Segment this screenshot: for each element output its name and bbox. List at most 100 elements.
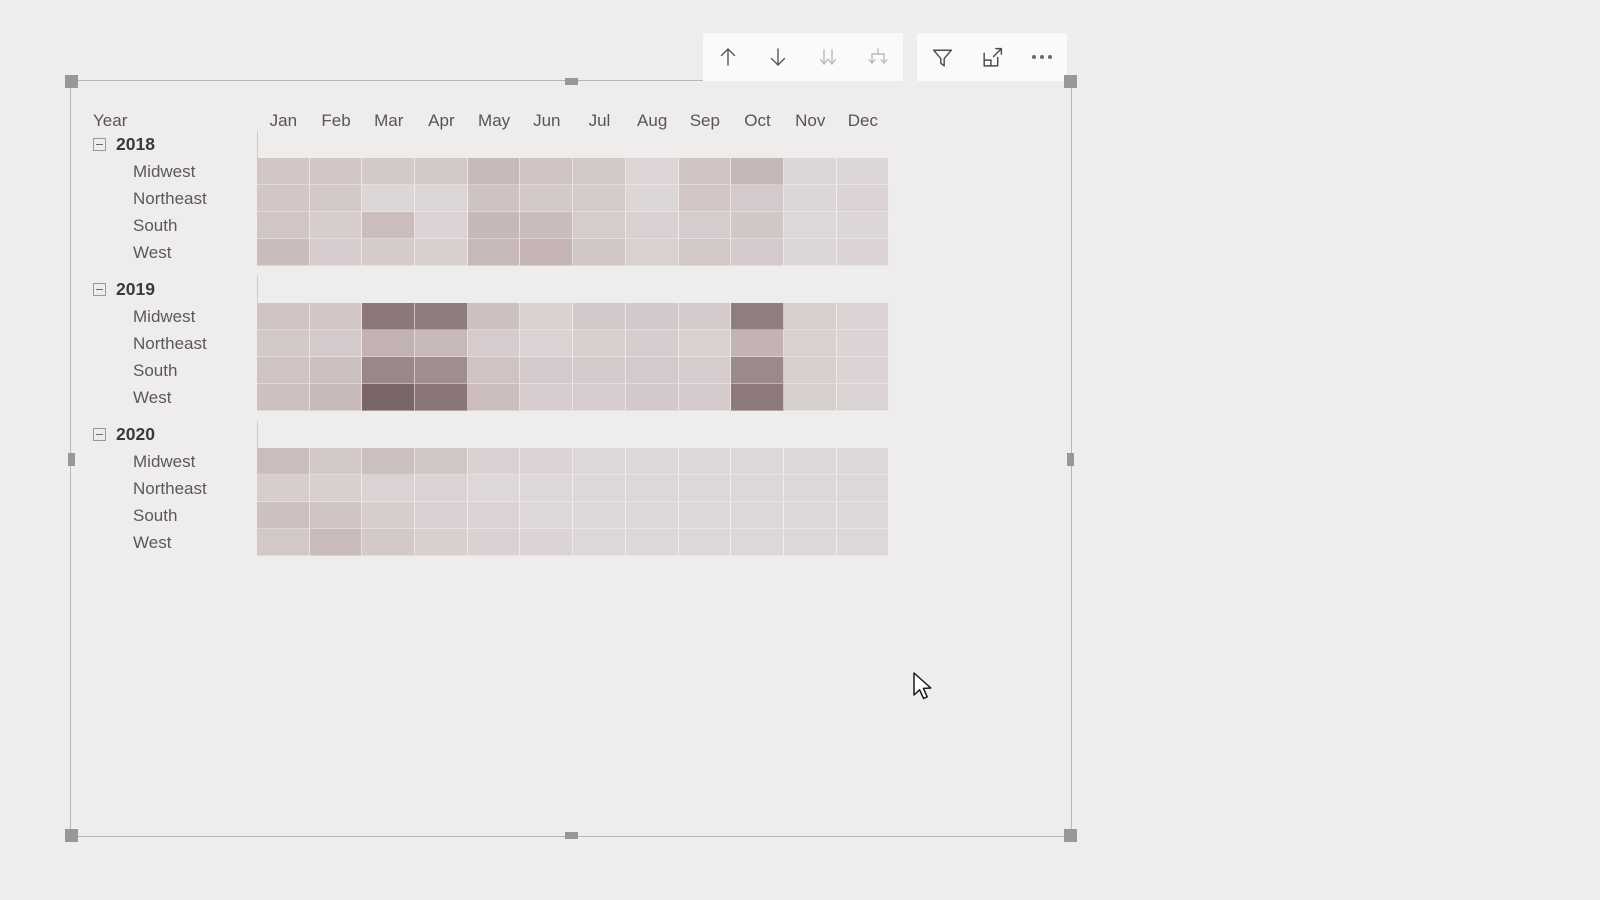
heatmap-cell[interactable] — [678, 448, 732, 475]
heatmap-cell[interactable] — [731, 303, 784, 330]
heatmap-cell[interactable] — [836, 448, 890, 475]
heatmap-cell[interactable] — [678, 158, 732, 185]
heatmap-cell[interactable] — [415, 502, 468, 529]
resize-handle-right-middle[interactable] — [1067, 452, 1074, 466]
heatmap-cell[interactable] — [783, 212, 837, 239]
heatmap-cell[interactable] — [783, 303, 837, 330]
column-header-mar[interactable]: Mar — [362, 111, 415, 131]
heatmap-cell[interactable] — [573, 357, 626, 384]
heatmap-cell[interactable] — [520, 502, 574, 529]
heatmap-cell[interactable] — [625, 239, 679, 266]
heatmap-cell[interactable] — [625, 529, 679, 556]
heatmap-cell[interactable] — [257, 448, 310, 475]
heatmap-cell[interactable] — [678, 330, 732, 357]
column-header-sep[interactable]: Sep — [679, 111, 732, 131]
column-header-oct[interactable]: Oct — [731, 111, 784, 131]
heatmap-cell[interactable] — [309, 502, 363, 529]
heatmap-cell[interactable] — [520, 239, 574, 266]
region-label-northeast[interactable]: Northeast — [91, 189, 257, 209]
heatmap-cell[interactable] — [362, 502, 416, 529]
heatmap-cell[interactable] — [415, 357, 468, 384]
heatmap-cell[interactable] — [783, 330, 837, 357]
heatmap-cell[interactable] — [520, 158, 574, 185]
heatmap-cell[interactable] — [678, 357, 732, 384]
heatmap-cell[interactable] — [836, 185, 890, 212]
heatmap-cell[interactable] — [573, 212, 626, 239]
heatmap-cell[interactable] — [678, 303, 732, 330]
heatmap-cell[interactable] — [467, 303, 521, 330]
heatmap-cell[interactable] — [415, 239, 468, 266]
heatmap-cell[interactable] — [678, 502, 732, 529]
heatmap-cell[interactable] — [783, 185, 837, 212]
heatmap-cell[interactable] — [257, 475, 310, 502]
heatmap-cell[interactable] — [836, 239, 890, 266]
region-label-midwest[interactable]: Midwest — [91, 162, 257, 182]
heatmap-cell[interactable] — [309, 212, 363, 239]
resize-handle-top-center[interactable] — [565, 78, 578, 85]
heatmap-cell[interactable] — [625, 158, 679, 185]
heatmap-cell[interactable] — [836, 384, 890, 411]
heatmap-cell[interactable] — [731, 239, 784, 266]
region-label-west[interactable]: West — [91, 533, 257, 553]
region-label-west[interactable]: West — [91, 388, 257, 408]
heatmap-cell[interactable] — [625, 330, 679, 357]
heatmap-cell[interactable] — [625, 303, 679, 330]
heatmap-cell[interactable] — [309, 303, 363, 330]
column-header-aug[interactable]: Aug — [626, 111, 679, 131]
year-label[interactable]: 2019 — [116, 279, 155, 300]
heatmap-cell[interactable] — [520, 448, 574, 475]
heatmap-cell[interactable] — [520, 384, 574, 411]
column-header-nov[interactable]: Nov — [784, 111, 837, 131]
heatmap-cell[interactable] — [731, 212, 784, 239]
heatmap-cell[interactable] — [836, 475, 890, 502]
heatmap-cell[interactable] — [625, 502, 679, 529]
focus-mode-button[interactable] — [967, 33, 1017, 81]
column-header-apr[interactable]: Apr — [415, 111, 468, 131]
heatmap-cell[interactable] — [836, 529, 890, 556]
heatmap-cell[interactable] — [573, 384, 626, 411]
heatmap-cell[interactable] — [309, 529, 363, 556]
region-label-northeast[interactable]: Northeast — [91, 334, 257, 354]
heatmap-cell[interactable] — [257, 357, 310, 384]
heatmap-cell[interactable] — [415, 303, 468, 330]
heatmap-cell[interactable] — [783, 384, 837, 411]
heatmap-cell[interactable] — [520, 330, 574, 357]
resize-handle-left-middle[interactable] — [68, 452, 75, 466]
heatmap-cell[interactable] — [257, 239, 310, 266]
drill-up-button[interactable] — [703, 33, 753, 81]
heatmap-cell[interactable] — [783, 502, 837, 529]
heatmap-cell[interactable] — [309, 158, 363, 185]
matrix-visual-container[interactable]: Year Jan Feb Mar Apr May Jun Jul Aug Sep Oct Nov De… — [65, 75, 1077, 842]
heatmap-cell[interactable] — [309, 357, 363, 384]
heatmap-cell[interactable] — [309, 239, 363, 266]
heatmap-cell[interactable] — [678, 529, 732, 556]
heatmap-cell[interactable] — [520, 475, 574, 502]
heatmap-cell[interactable] — [836, 158, 890, 185]
heatmap-cell[interactable] — [573, 158, 626, 185]
heatmap-cell[interactable] — [415, 330, 468, 357]
resize-handle-bottom-left[interactable] — [65, 829, 78, 842]
heatmap-cell[interactable] — [362, 448, 416, 475]
heatmap-cell[interactable] — [257, 384, 310, 411]
heatmap-cell[interactable] — [362, 529, 416, 556]
heatmap-cell[interactable] — [467, 158, 521, 185]
heatmap-cell[interactable] — [309, 185, 363, 212]
column-header-may[interactable]: May — [468, 111, 521, 131]
heatmap-cell[interactable] — [678, 212, 732, 239]
heatmap-cell[interactable] — [731, 448, 784, 475]
heatmap-cell[interactable] — [257, 212, 310, 239]
heatmap-cell[interactable] — [836, 502, 890, 529]
heatmap-cell[interactable] — [731, 357, 784, 384]
heatmap-cell[interactable] — [625, 357, 679, 384]
heatmap-cell[interactable] — [573, 448, 626, 475]
drill-on-hierarchy-button[interactable] — [853, 33, 903, 81]
collapse-icon-2019[interactable] — [93, 283, 106, 296]
resize-handle-bottom-center[interactable] — [565, 832, 578, 839]
heatmap-cell[interactable] — [415, 212, 468, 239]
heatmap-cell[interactable] — [625, 185, 679, 212]
heatmap-cell[interactable] — [467, 502, 521, 529]
heatmap-cell[interactable] — [731, 529, 784, 556]
heatmap-cell[interactable] — [678, 185, 732, 212]
row-header-title[interactable]: Year — [91, 111, 257, 131]
heatmap-cell[interactable] — [415, 384, 468, 411]
